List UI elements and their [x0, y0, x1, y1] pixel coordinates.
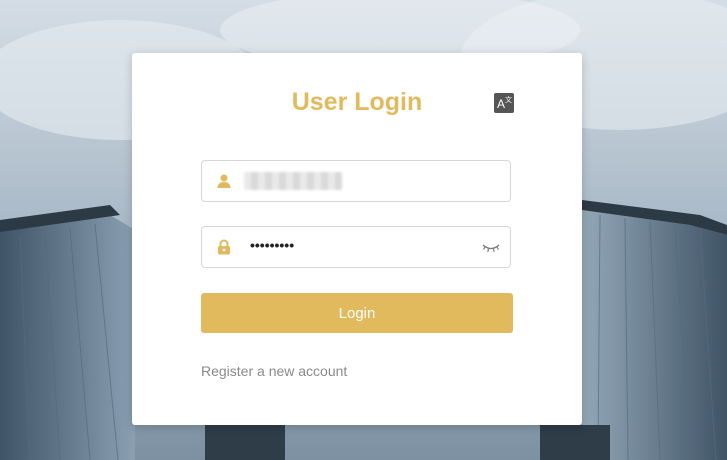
login-button[interactable]: Login — [201, 293, 513, 333]
username-value-obscured — [244, 172, 342, 190]
password-masked-value: ••••••••• — [250, 237, 295, 253]
eye-closed-icon[interactable] — [482, 240, 500, 254]
svg-text:A: A — [497, 97, 505, 111]
login-title: User Login — [291, 88, 423, 116]
translate-icon-glyph: A 文 — [497, 95, 512, 111]
user-icon — [216, 173, 232, 189]
lock-icon — [216, 239, 232, 255]
translate-icon[interactable]: A 文 — [494, 93, 514, 113]
login-card: User Login A 文 ••••••••• Login Register … — [132, 53, 582, 425]
svg-text:文: 文 — [505, 95, 512, 104]
register-link[interactable]: Register a new account — [201, 363, 347, 379]
password-field[interactable]: ••••••••• — [201, 226, 511, 268]
username-field[interactable] — [201, 160, 511, 202]
